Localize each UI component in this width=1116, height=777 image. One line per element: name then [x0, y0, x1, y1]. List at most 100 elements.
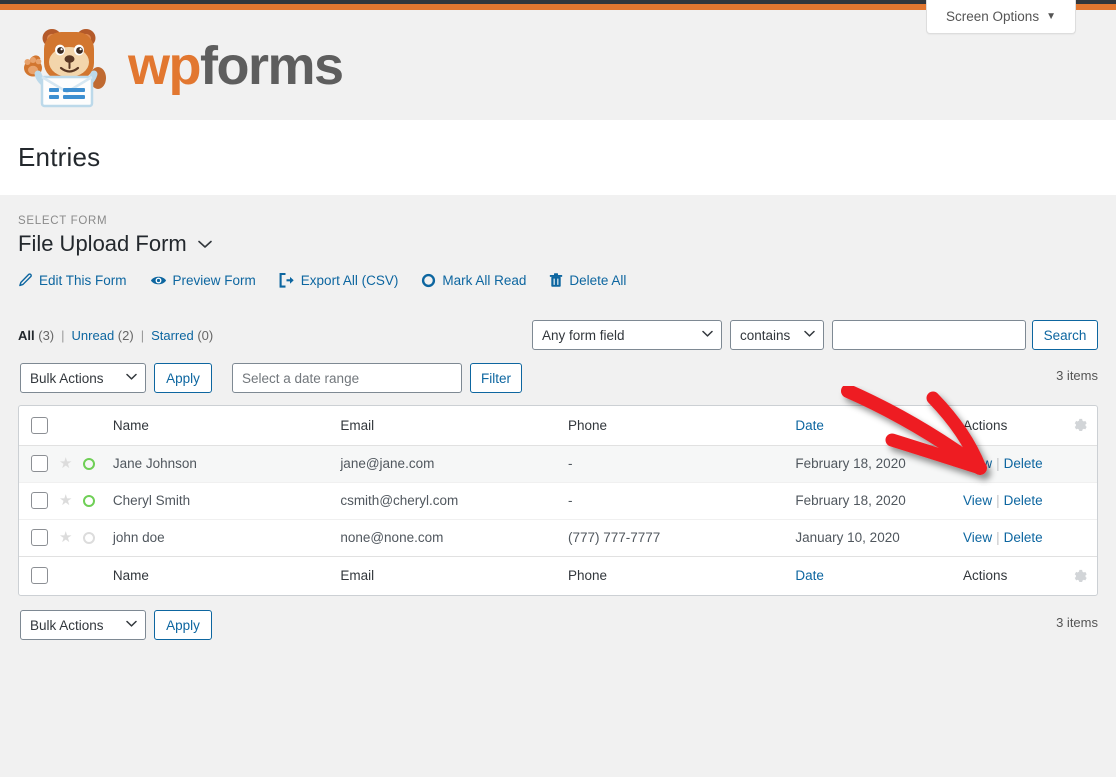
edit-this-form-link[interactable]: Edit This Form [18, 273, 127, 288]
star-icon[interactable]: ★ [59, 529, 72, 546]
apply-label-bottom: Apply [166, 617, 200, 633]
row-select-cell [19, 445, 59, 482]
column-header-name: Name [112, 406, 341, 446]
star-icon[interactable]: ★ [59, 455, 72, 472]
column-settings-footer[interactable] [1062, 555, 1097, 595]
apply-button-bottom[interactable]: Apply [154, 610, 212, 640]
page-title-band: Entries [0, 120, 1116, 195]
select-all-checkbox-bottom[interactable] [31, 567, 48, 585]
column-footer-email: Email [340, 555, 568, 595]
items-count-bottom: 3 items [1056, 615, 1098, 630]
page-title: Entries [18, 142, 101, 172]
status-separator: | [140, 328, 145, 343]
mark-all-read-label: Mark All Read [442, 273, 527, 288]
row-star-cell: ★ [58, 518, 83, 556]
column-header-date[interactable]: Date [795, 406, 964, 446]
search-input[interactable] [832, 320, 1026, 350]
export-all-csv-link[interactable]: Export All (CSV) [279, 273, 399, 288]
filter-button[interactable]: Filter [470, 363, 522, 393]
unread-indicator-icon[interactable] [82, 458, 95, 471]
apply-button-top[interactable]: Apply [154, 363, 212, 393]
wpforms-bear-mascot-icon [24, 29, 106, 108]
delete-entry-link[interactable]: Delete [1004, 530, 1043, 545]
apply-label-top: Apply [166, 370, 200, 386]
status-starred-count: (0) [197, 328, 214, 343]
select-all-footer [19, 555, 59, 595]
export-all-csv-label: Export All (CSV) [300, 273, 399, 288]
row-gear-cell [1062, 518, 1097, 556]
bulk-actions-select-bottom[interactable]: Bulk Actions [20, 610, 146, 640]
view-entry-link[interactable]: View [963, 456, 992, 471]
entries-table-body: ★ Jane Johnson jane@jane.com - February … [19, 445, 1097, 556]
preview-form-link[interactable]: Preview Form [150, 273, 256, 288]
circle-icon [421, 273, 436, 288]
row-gear-cell [1063, 445, 1097, 482]
row-phone: - [567, 456, 573, 471]
row-read-cell [82, 518, 113, 556]
action-separator: | [996, 456, 1000, 471]
row-checkbox[interactable] [31, 529, 48, 546]
select-all-header [19, 406, 59, 446]
chevron-down-icon [702, 330, 713, 341]
sort-by-date-link-bottom[interactable]: Date [795, 568, 824, 583]
chevron-down-icon [126, 620, 137, 631]
gear-icon[interactable] [1072, 419, 1088, 434]
column-settings-header[interactable] [1062, 406, 1097, 446]
column-header-phone: Phone [567, 406, 796, 446]
delete-entry-link[interactable]: Delete [1004, 456, 1043, 471]
column-footer-phone: Phone [567, 555, 796, 595]
star-icon[interactable]: ★ [59, 492, 72, 509]
row-name: john doe [112, 518, 341, 556]
row-actions-cell: View | Delete [963, 518, 1063, 556]
row-checkbox[interactable] [31, 455, 48, 472]
star-column-header [58, 406, 83, 446]
row-checkbox[interactable] [31, 492, 48, 509]
eye-icon [150, 273, 167, 288]
search-comparison-select[interactable]: contains [730, 320, 824, 350]
row-read-cell [82, 481, 113, 519]
view-entry-link[interactable]: View [963, 493, 992, 508]
search-field-select[interactable]: Any form field [532, 320, 722, 350]
select-all-checkbox-top[interactable] [31, 416, 48, 434]
status-separator: | [61, 328, 65, 343]
row-email: jane@jane.com [340, 456, 435, 471]
filter-label: Filter [481, 370, 511, 386]
form-selector-dropdown[interactable]: File Upload Form [18, 231, 212, 257]
mark-all-read-link[interactable]: Mark All Read [421, 273, 526, 288]
wordmark-wp: wp [128, 36, 202, 96]
search-button[interactable]: Search [1032, 320, 1098, 350]
delete-entry-link[interactable]: Delete [1004, 493, 1043, 508]
status-link-all[interactable]: All [18, 328, 35, 343]
row-email: none@none.com [340, 518, 568, 556]
table-row[interactable]: ★ Cheryl Smith csmith@cheryl.com - Febru… [19, 481, 1097, 519]
table-row[interactable]: ★ Jane Johnson jane@jane.com - February … [19, 445, 1097, 482]
bulk-actions-select-top[interactable]: Bulk Actions [20, 363, 146, 393]
row-date: February 18, 2020 [795, 456, 906, 471]
wpforms-wordmark: wpforms [128, 36, 344, 96]
select-form-label: SELECT FORM [18, 215, 108, 227]
table-row[interactable]: ★ john doe none@none.com (777) 777-7777 … [19, 518, 1097, 556]
read-column-footer [82, 555, 113, 595]
column-header-actions: Actions [963, 406, 1063, 446]
column-header-email: Email [340, 406, 568, 446]
screen-options-button[interactable]: Screen Options ▼ [926, 0, 1076, 34]
table-header-row: Name Email Phone Date Actions [19, 406, 1097, 446]
column-footer-date[interactable]: Date [795, 555, 964, 595]
gear-icon[interactable] [1072, 569, 1088, 585]
view-entry-link[interactable]: View [963, 530, 992, 545]
sort-by-date-link[interactable]: Date [795, 418, 824, 433]
status-all-count: (3) [38, 328, 55, 343]
preview-form-label: Preview Form [172, 273, 256, 288]
unread-indicator-icon[interactable] [82, 495, 95, 508]
screen-options-label: Screen Options [946, 9, 1040, 24]
status-link-starred[interactable]: Starred [151, 328, 194, 343]
entries-table: Name Email Phone Date Actions ★ Jane Joh… [18, 405, 1098, 596]
bulk-actions-label-top: Bulk Actions [30, 370, 104, 386]
column-footer-name: Name [112, 555, 341, 595]
search-button-label: Search [1043, 327, 1087, 343]
date-range-input[interactable] [232, 363, 462, 393]
read-indicator-icon[interactable] [82, 532, 95, 545]
row-name: Cheryl Smith [112, 481, 341, 519]
status-link-unread[interactable]: Unread [72, 328, 115, 343]
delete-all-link[interactable]: Delete All [549, 273, 626, 288]
